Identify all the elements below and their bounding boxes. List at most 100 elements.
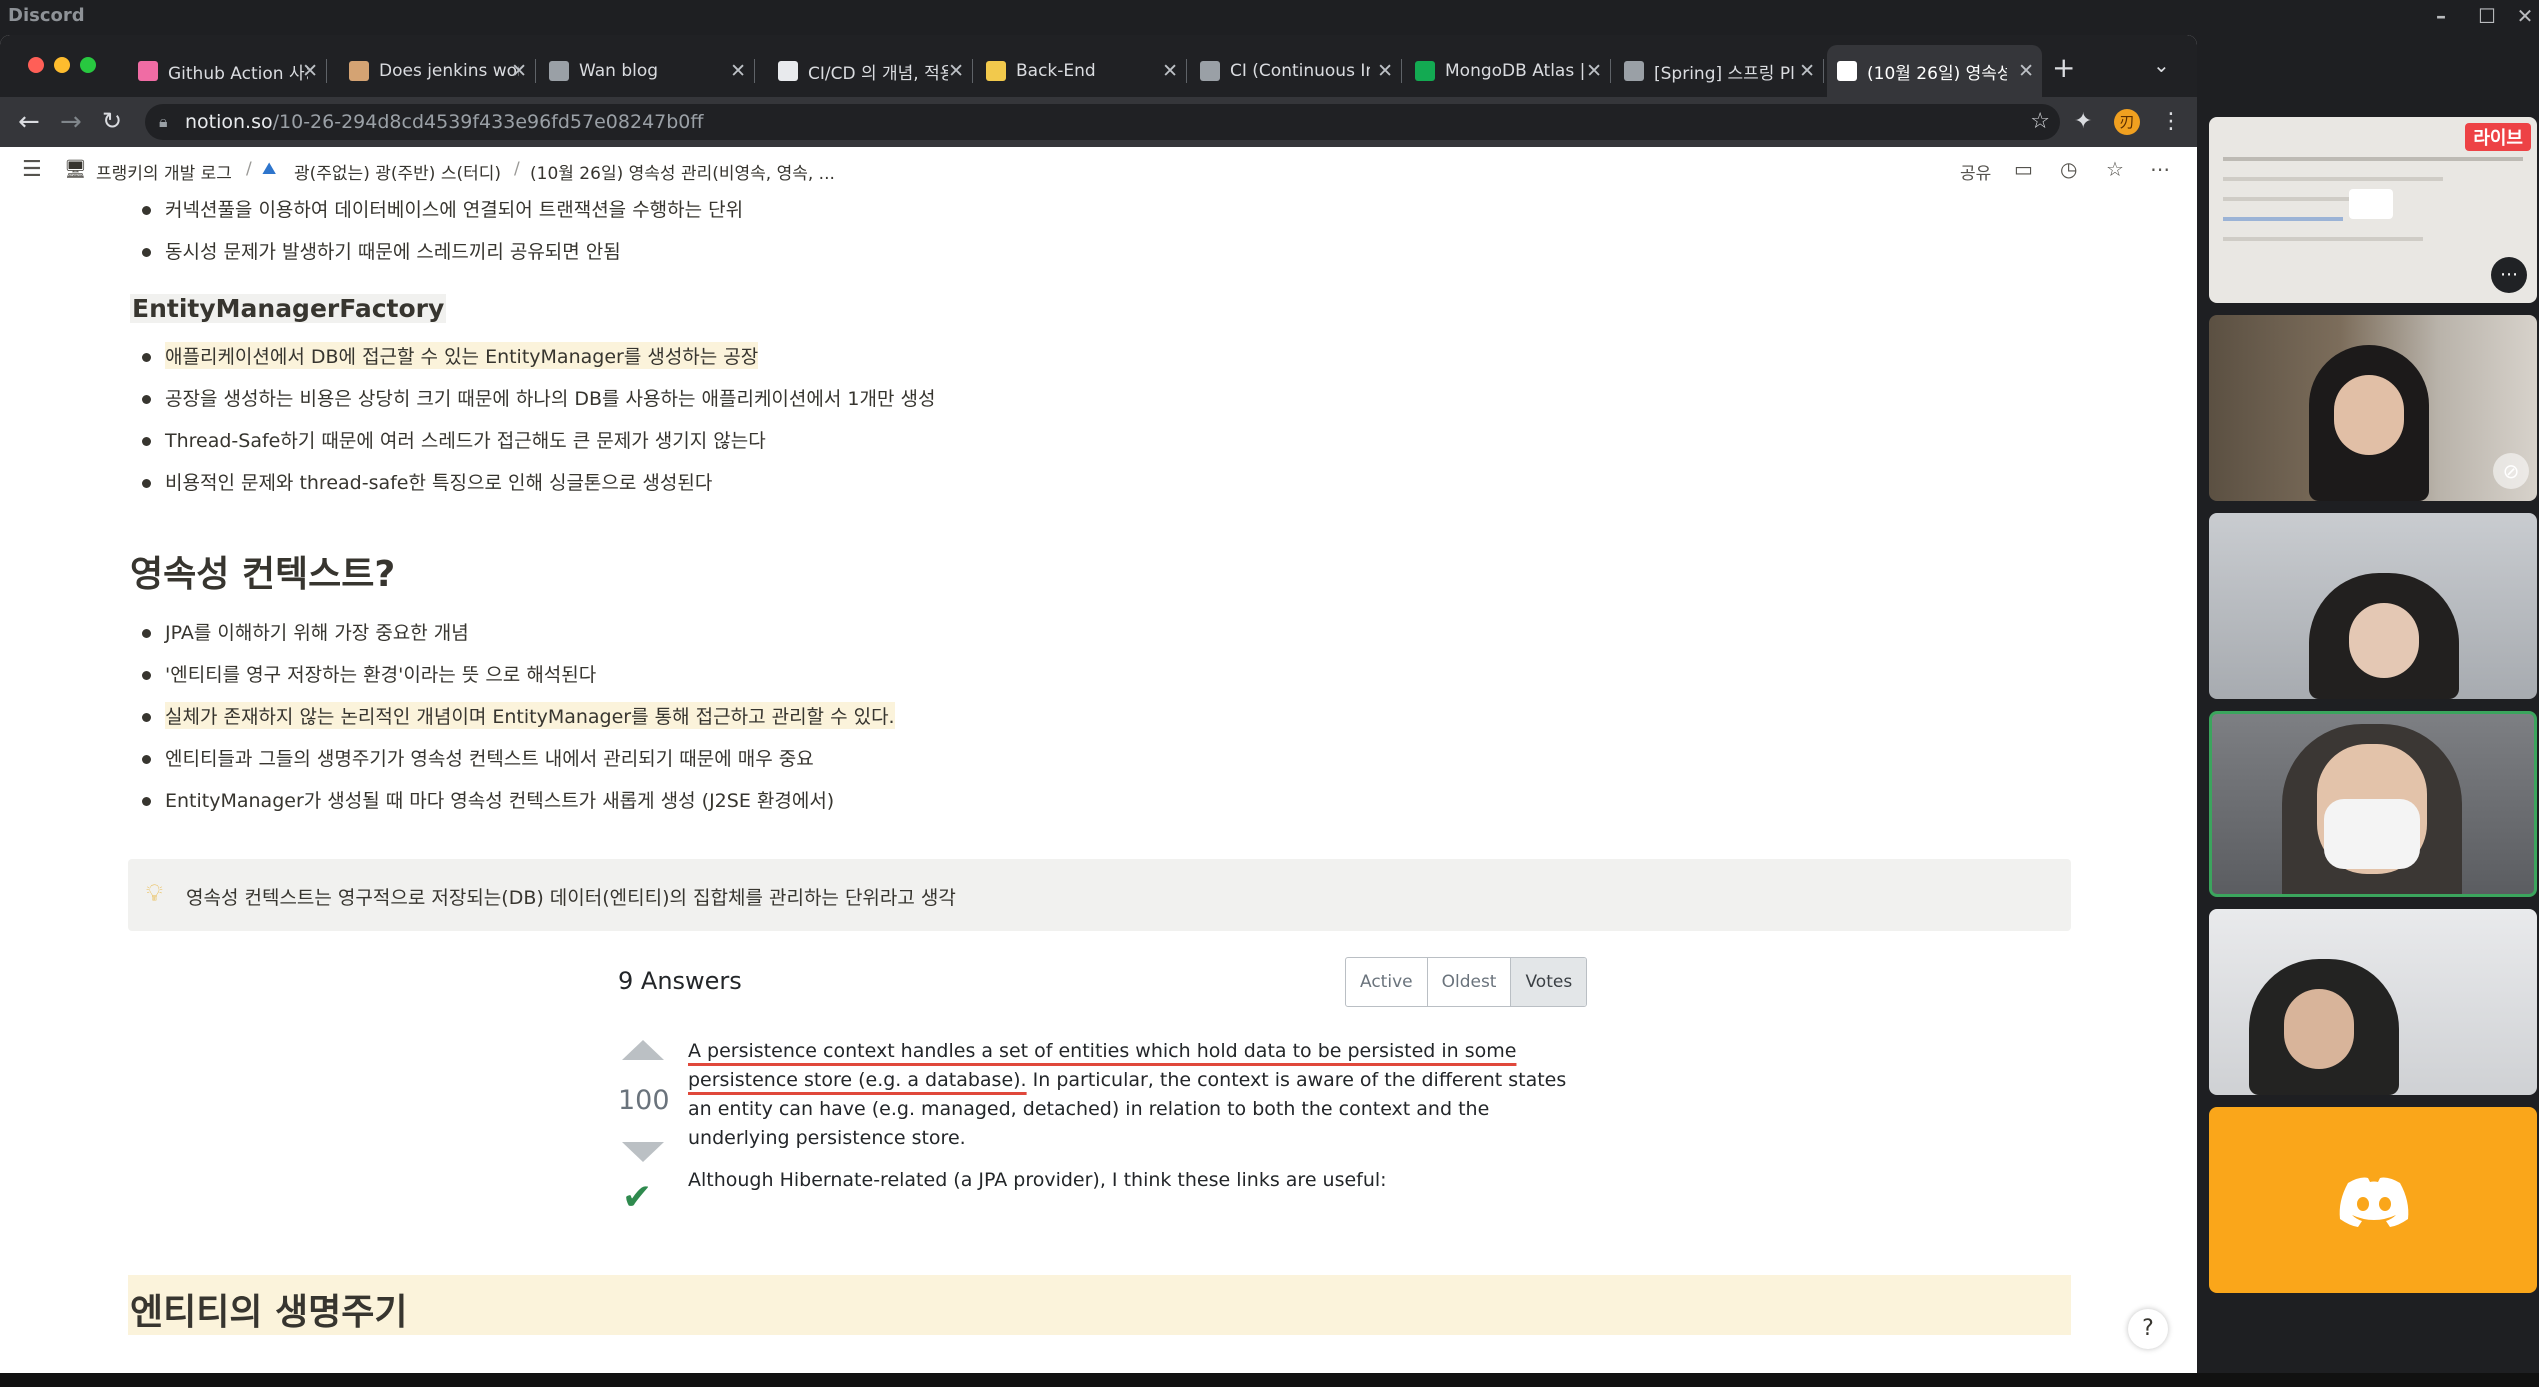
mic-muted-icon: ⊘ [2493, 453, 2529, 489]
breadcrumb-item-2[interactable]: 광(주없는) 광(주반) 스(터디) [294, 159, 501, 184]
discord-logo-icon [2339, 1177, 2409, 1227]
participant-video-tile-2[interactable] [2209, 513, 2537, 699]
more-icon[interactable]: ⋯ [2150, 157, 2170, 181]
list-item: 엔티티들과 그들의 생명주기가 영속성 컨텍스트 내에서 관리되기 때문에 매우… [165, 748, 814, 770]
browser-tab[interactable]: MongoDB Atlas | ✕ [1405, 45, 1611, 97]
participant-video-tile-3[interactable] [2209, 909, 2537, 1095]
browser-tab[interactable]: [Spring] 스프링 Pl ✕ [1614, 45, 1824, 97]
tab-close-icon[interactable]: ✕ [1799, 60, 1815, 82]
browser-tab[interactable]: Back-End ✕ [976, 45, 1187, 97]
tab-label: Back-End [1016, 61, 1096, 81]
close-icon[interactable]: ✕ [2510, 2, 2539, 30]
browser-tab[interactable]: Wan blog ✕ [539, 45, 755, 97]
comments-icon[interactable]: ▭ [2014, 157, 2033, 181]
downvote-icon[interactable] [622, 1142, 664, 1162]
bullet-icon [142, 713, 151, 722]
heading-persistence-context: 영속성 컨텍스트? [130, 554, 396, 595]
bullet-icon [142, 248, 151, 257]
tab-favicon-icon [549, 61, 569, 81]
list-item: 커넥션풀을 이용하여 데이터베이스에 연결되어 트랜잭션을 수행하는 단위 [165, 199, 744, 221]
new-tab-button[interactable]: + [2052, 51, 2075, 84]
sidebar-toggle-icon[interactable]: ☰ [22, 157, 42, 182]
minimize-icon[interactable]: – [2426, 2, 2456, 30]
lock-icon: 🔒︎ [159, 112, 168, 131]
answer-text: A persistence context handles a set of e… [688, 1037, 1568, 1153]
list-item: 동시성 문제가 발생하기 때문에 스레드끼리 공유되면 안됨 [165, 241, 621, 263]
browser-tab[interactable]: Github Action 사용 ✕ [128, 45, 327, 97]
callout-text: 영속성 컨텍스트는 영구적으로 저장되는(DB) 데이터(엔티티)의 집합체를 … [186, 887, 956, 909]
participant-video-tile-speaking[interactable] [2209, 711, 2537, 897]
address-bar[interactable]: 🔒︎ notion.so/10-26-294d8cd4539f433e96fd5… [145, 104, 2060, 140]
app-title: Discord [8, 5, 85, 26]
tab-close-icon[interactable]: ✕ [730, 60, 746, 82]
browser-toolbar: ← → ↻ 🔒︎ notion.so/10-26-294d8cd4539f433… [0, 97, 2197, 147]
heading-entity-lifecycle-block: 엔티티의 생명주기 [128, 1275, 2071, 1335]
sort-tab-oldest[interactable]: Oldest [1428, 958, 1512, 1006]
tab-favicon-icon [1837, 61, 1857, 81]
more-options-icon[interactable]: ⋯ [2491, 257, 2527, 293]
tab-close-icon[interactable]: ✕ [2018, 60, 2034, 82]
tab-close-icon[interactable]: ✕ [1586, 60, 1602, 82]
bookmark-star-icon[interactable]: ☆ [2030, 104, 2050, 140]
screenshare-preview-tile[interactable]: 라이브 ⋯ [2209, 117, 2537, 303]
tab-close-icon[interactable]: ✕ [511, 60, 527, 82]
answer-second-paragraph: Although Hibernate-related (a JPA provid… [688, 1169, 1387, 1191]
profile-avatar[interactable]: 刃 [2114, 109, 2140, 135]
tab-favicon-icon [1415, 61, 1435, 81]
tab-favicon-icon [778, 61, 798, 81]
stackoverflow-answer-image: 9 Answers Active Oldest Votes 100 ✔ A pe… [600, 937, 1600, 1218]
tab-close-icon[interactable]: ✕ [302, 60, 318, 82]
sort-tab-votes[interactable]: Votes [1511, 958, 1587, 1006]
tab-close-icon[interactable]: ✕ [1377, 60, 1393, 82]
tab-favicon-icon [349, 61, 369, 81]
reload-icon[interactable]: ↻ [102, 107, 122, 135]
sort-tab-active[interactable]: Active [1346, 958, 1428, 1006]
share-button[interactable]: 공유 [1960, 159, 1991, 184]
participant-face [2349, 603, 2419, 678]
list-item: 공장을 생성하는 비용은 상당히 크기 때문에 하나의 DB를 사용하는 애플리… [165, 388, 936, 410]
answers-count: 9 Answers [618, 967, 742, 995]
tab-close-icon[interactable]: ✕ [948, 60, 964, 82]
participant-avatar-tile[interactable] [2209, 1107, 2537, 1293]
tab-strip: Github Action 사용 ✕ Does jenkins wor ✕ Wan bl… [0, 35, 2197, 97]
traffic-close-icon[interactable] [28, 57, 44, 73]
traffic-minimize-icon[interactable] [54, 57, 70, 73]
bullet-icon [142, 437, 151, 446]
back-icon[interactable]: ← [18, 107, 40, 137]
extensions-icon[interactable]: ✦ [2074, 109, 2092, 134]
breadcrumb-item-1[interactable]: 프랭키의 개발 로그 [96, 159, 232, 184]
favorite-star-icon[interactable]: ☆ [2106, 157, 2124, 181]
tab-favicon-icon [1624, 61, 1644, 81]
upvote-icon[interactable] [622, 1040, 664, 1060]
url-path: /10-26-294d8cd4539f433e96fd57e08247b0ff [272, 111, 704, 133]
browser-menu-icon[interactable]: ⋮ [2160, 109, 2182, 134]
tab-label: CI (Continuous In [1230, 61, 1370, 81]
participant-video-tile-1[interactable]: ⊘ [2209, 315, 2537, 501]
tab-label: Wan blog [579, 61, 659, 81]
browser-tab[interactable]: CI (Continuous In ✕ [1190, 45, 1402, 97]
bullet-icon [142, 755, 151, 764]
tab-search-icon[interactable]: ⌄ [2153, 53, 2170, 77]
history-icon[interactable]: ◷ [2060, 157, 2077, 181]
breadcrumb-separator: / [514, 159, 520, 179]
list-item: 비용적인 문제와 thread-safe한 특징으로 인해 싱글톤으로 생성된다 [165, 472, 713, 494]
callout-block: 💡︎ 영속성 컨텍스트는 영구적으로 저장되는(DB) 데이터(엔티티)의 집합… [128, 859, 2071, 931]
traffic-zoom-icon[interactable] [80, 57, 96, 73]
bullet-icon [142, 206, 151, 215]
live-badge: 라이브 [2465, 123, 2531, 151]
list-item: JPA를 이해하기 위해 가장 중요한 개념 [165, 622, 469, 644]
forward-icon[interactable]: → [60, 107, 82, 137]
tab-close-icon[interactable]: ✕ [1162, 60, 1178, 82]
tab-label: MongoDB Atlas | [1445, 61, 1585, 81]
browser-tab[interactable]: CI/CD 의 개념, 적용 ✕ [768, 45, 973, 97]
preview-line [2223, 177, 2443, 181]
browser-tab[interactable]: Does jenkins wor ✕ [339, 45, 536, 97]
bullet-icon [142, 479, 151, 488]
breadcrumb-item-3[interactable]: (10월 26일) 영속성 관리(비영속, 영속, ... [530, 159, 835, 184]
participant-face [2334, 375, 2404, 455]
maximize-icon[interactable]: ☐ [2472, 2, 2502, 30]
discord-title-bar: Discord – ☐ ✕ [0, 0, 2539, 32]
browser-tab[interactable]: (10월 26일) 영속성 ✕ [1827, 45, 2042, 97]
help-button[interactable]: ? [2128, 1309, 2168, 1349]
list-item: EntityManager가 생성될 때 마다 영속성 컨텍스트가 새롭게 생성… [165, 790, 835, 812]
